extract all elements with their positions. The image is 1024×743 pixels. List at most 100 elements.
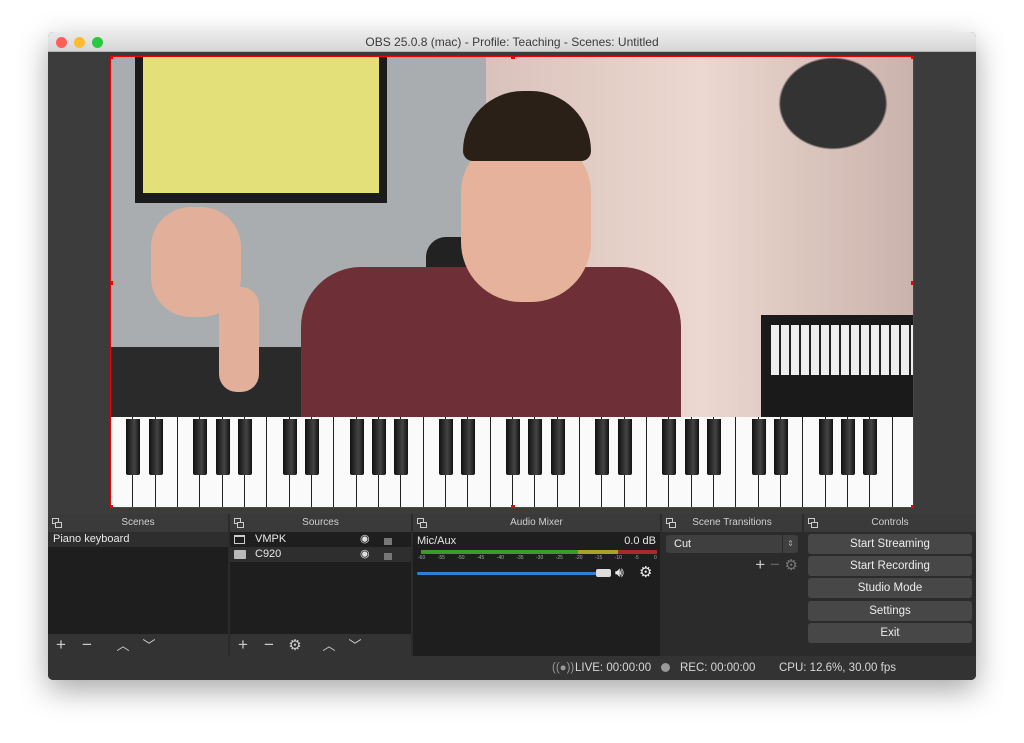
mixer-title: Audio Mixer xyxy=(510,517,563,528)
eye-icon[interactable]: ◉ xyxy=(360,547,370,562)
meter-tick-label: -10 xyxy=(614,555,622,561)
sources-toolbar: + − ⚙ ︿ ﹀ xyxy=(230,634,411,656)
scenes-toolbar: + − ︿ ﹀ xyxy=(48,634,228,656)
move-down-icon[interactable]: ﹀ xyxy=(342,635,368,657)
source-item-vmpk[interactable]: VMPK ◉ xyxy=(230,532,411,547)
add-scene-icon[interactable]: + xyxy=(48,634,74,656)
scene-item[interactable]: Piano keyboard xyxy=(48,532,228,547)
black-key xyxy=(595,419,610,475)
source-name: VMPK xyxy=(255,533,287,545)
settings-button[interactable]: Settings xyxy=(808,601,972,621)
eye-icon[interactable]: ◉ xyxy=(360,532,370,547)
undock-icon[interactable] xyxy=(808,518,818,528)
meter-tick-label: -5 xyxy=(634,555,639,561)
status-bar: ((●)) LIVE: 00:00:00 REC: 00:00:00 CPU: … xyxy=(48,656,976,680)
gear-icon[interactable]: ⚙ xyxy=(639,563,652,581)
scenes-title: Scenes xyxy=(121,517,155,528)
resize-handle[interactable] xyxy=(111,505,113,507)
mixer-dock-header: Audio Mixer xyxy=(413,514,660,532)
volume-slider[interactable] xyxy=(417,572,611,575)
meter-tick-label: -60 xyxy=(418,555,426,561)
black-key xyxy=(684,419,699,475)
cpu-fps: CPU: 12.6%, 30.00 fps xyxy=(779,662,896,674)
move-up-icon[interactable]: ︿ xyxy=(316,635,342,657)
gear-icon[interactable]: ⚙ xyxy=(785,557,798,574)
resize-handle[interactable] xyxy=(111,57,113,59)
transition-toolbar: + − ⚙ xyxy=(755,555,798,575)
black-key xyxy=(215,419,230,475)
start-recording-button[interactable]: Start Recording xyxy=(808,556,972,576)
meter-tick-label: -20 xyxy=(575,555,583,561)
undock-icon[interactable] xyxy=(234,518,244,528)
add-transition-icon[interactable]: + xyxy=(755,555,765,574)
studio-mode-button[interactable]: Studio Mode xyxy=(808,578,972,598)
start-streaming-button[interactable]: Start Streaming xyxy=(808,534,972,554)
meter-tick-label: 0 xyxy=(654,555,657,561)
scenes-dock: Piano keyboard + − ︿ ﹀ xyxy=(48,532,228,656)
scenes-dock-header: Scenes xyxy=(48,514,228,532)
piano-keyboard-source xyxy=(111,417,913,507)
black-key xyxy=(126,419,141,475)
scene-preview[interactable] xyxy=(110,56,914,508)
controls-title: Controls xyxy=(871,517,909,528)
sources-title: Sources xyxy=(302,517,339,528)
scene-name: Piano keyboard xyxy=(53,533,130,545)
resize-handle[interactable] xyxy=(911,505,913,507)
channel-level: 0.0 dB xyxy=(624,535,656,547)
broadcast-icon: ((●)) xyxy=(552,662,575,674)
exit-button[interactable]: Exit xyxy=(808,623,972,643)
add-source-icon[interactable]: + xyxy=(230,634,256,656)
black-key xyxy=(550,419,565,475)
black-key xyxy=(617,419,632,475)
controls-dock-header: Controls xyxy=(804,514,976,532)
move-down-icon[interactable]: ﹀ xyxy=(136,635,162,657)
volume-slider-handle[interactable] xyxy=(596,569,611,577)
black-key xyxy=(506,419,520,475)
undock-icon[interactable] xyxy=(417,518,427,528)
remove-source-icon[interactable]: − xyxy=(256,634,282,656)
minimize-button[interactable] xyxy=(74,37,85,48)
black-key xyxy=(841,419,855,475)
black-key xyxy=(528,419,543,475)
resize-handle[interactable] xyxy=(911,281,913,285)
black-key xyxy=(439,419,453,475)
preview-area xyxy=(48,52,976,514)
select-arrows-icon: ⇕ xyxy=(782,535,798,553)
move-up-icon[interactable]: ︿ xyxy=(110,635,136,657)
transition-select[interactable]: Cut ⇕ xyxy=(666,535,798,553)
transitions-title: Scene Transitions xyxy=(692,517,772,528)
undock-icon[interactable] xyxy=(666,518,676,528)
black-key xyxy=(662,419,677,475)
meter-tick-label: -15 xyxy=(595,555,603,561)
black-key xyxy=(707,419,721,475)
resize-handle[interactable] xyxy=(511,505,515,507)
meter-tick-label: -50 xyxy=(457,555,465,561)
black-key xyxy=(372,419,386,475)
source-item-c920[interactable]: C920 ◉ xyxy=(230,547,411,562)
resize-handle[interactable] xyxy=(911,57,913,59)
sources-dock-header: Sources xyxy=(230,514,411,532)
black-key xyxy=(148,419,163,475)
unlock-icon[interactable] xyxy=(384,553,392,560)
close-button[interactable] xyxy=(56,37,67,48)
meter-tick-label: -35 xyxy=(516,555,524,561)
meter-tick-label: -45 xyxy=(477,555,485,561)
live-time: LIVE: 00:00:00 xyxy=(575,662,652,674)
black-key xyxy=(818,419,833,475)
resize-handle[interactable] xyxy=(511,57,515,59)
black-key xyxy=(282,419,297,475)
undock-icon[interactable] xyxy=(52,518,62,528)
black-key xyxy=(349,419,364,475)
remove-scene-icon[interactable]: − xyxy=(74,634,100,656)
black-key xyxy=(751,419,766,475)
speaker-icon[interactable]: 🔊︎ xyxy=(615,564,624,581)
black-key xyxy=(461,419,476,475)
meter-tick-label: -55 xyxy=(437,555,445,561)
zoom-button[interactable] xyxy=(92,37,103,48)
gear-icon[interactable]: ⚙ xyxy=(282,635,308,657)
transitions-dock: Cut ⇕ + − ⚙ xyxy=(662,532,802,656)
unlock-icon[interactable] xyxy=(384,538,392,545)
remove-transition-icon[interactable]: − xyxy=(770,555,780,574)
black-key xyxy=(305,419,319,475)
resize-handle[interactable] xyxy=(111,281,113,285)
